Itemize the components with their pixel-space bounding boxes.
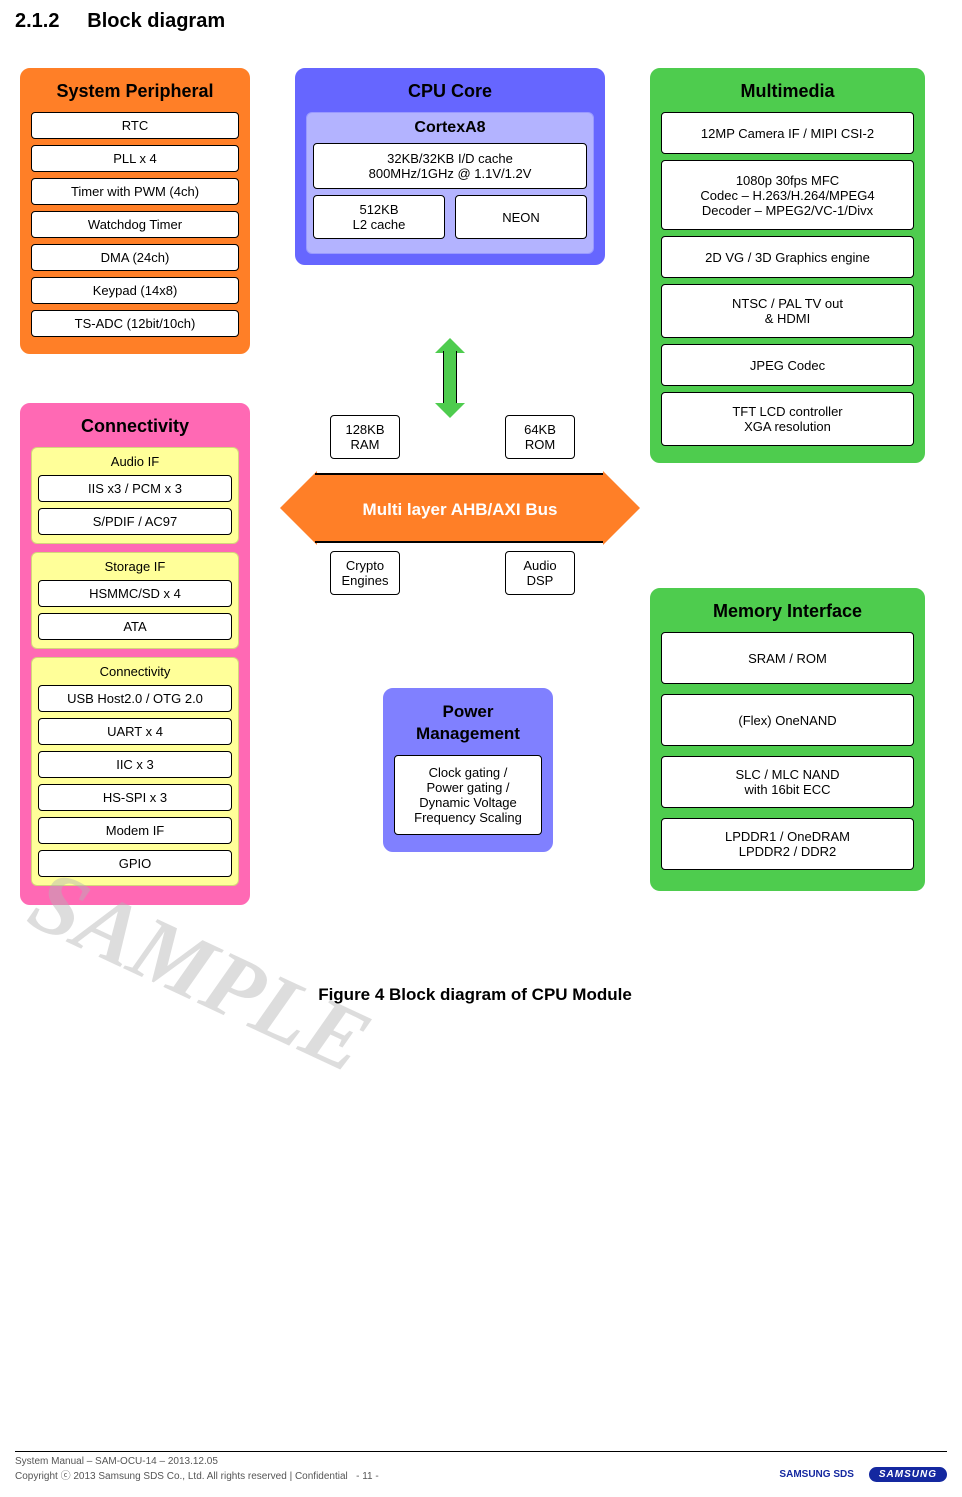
periph-item: TS-ADC (12bit/10ch) — [31, 310, 239, 337]
section-heading: 2.1.2 Block diagram — [15, 10, 947, 33]
sub-title: Storage IF — [38, 559, 232, 574]
periph-item: PLL x 4 — [31, 145, 239, 172]
conn-item: Modem IF — [38, 817, 232, 844]
conn-item: IIC x 3 — [38, 751, 232, 778]
bus-group: 128KB RAM 64KB ROM Multi layer AHB/AXI B… — [295, 403, 625, 613]
conn-item: IIS x3 / PCM x 3 — [38, 475, 232, 502]
section-title-text: Block diagram — [87, 10, 225, 32]
page-number: - 11 - — [356, 1471, 379, 1482]
samsung-logo: SAMSUNG — [869, 1467, 947, 1482]
mem-item: (Flex) OneNAND — [661, 694, 914, 746]
multimedia-block: Multimedia 12MP Camera IF / MIPI CSI-2 1… — [650, 68, 925, 463]
mm-item: NTSC / PAL TV out & HDMI — [661, 284, 914, 338]
periph-item: Watchdog Timer — [31, 211, 239, 238]
cache-item: 32KB/32KB I/D cache 800MHz/1GHz @ 1.1V/1… — [313, 143, 587, 189]
bus-arrow-icon: Multi layer AHB/AXI Bus — [285, 473, 635, 543]
mm-item: 1080p 30fps MFC Codec – H.263/H.264/MPEG… — [661, 160, 914, 230]
figure-caption: Figure 4 Block diagram of CPU Module — [15, 985, 935, 1005]
memory-interface-block: Memory Interface SRAM / ROM (Flex) OneNA… — [650, 588, 925, 891]
conn-item: ATA — [38, 613, 232, 640]
l2-item: 512KB L2 cache — [313, 195, 445, 239]
periph-item: RTC — [31, 112, 239, 139]
footer-line1: System Manual – SAM-OCU-14 – 2013.12.05 — [15, 1456, 379, 1467]
block-title: Connectivity — [31, 414, 239, 439]
footer-logos: SAMSUNG SDS SAMSUNG — [779, 1467, 947, 1482]
system-peripheral-block: System Peripheral RTC PLL x 4 Timer with… — [20, 68, 250, 354]
periph-item: Keypad (14x8) — [31, 277, 239, 304]
page-footer: System Manual – SAM-OCU-14 – 2013.12.05 … — [15, 1456, 947, 1482]
section-number: 2.1.2 — [15, 10, 59, 32]
mm-item: 12MP Camera IF / MIPI CSI-2 — [661, 112, 914, 154]
conn-item: UART x 4 — [38, 718, 232, 745]
sub-title: Audio IF — [38, 454, 232, 469]
samsung-sds-logo: SAMSUNG SDS — [779, 1469, 853, 1480]
connectivity-block: Connectivity Audio IF IIS x3 / PCM x 3 S… — [20, 403, 250, 905]
block-title: System Peripheral — [31, 79, 239, 104]
mm-item: TFT LCD controller XGA resolution — [661, 392, 914, 446]
conn-item: HS-SPI x 3 — [38, 784, 232, 811]
dsp-box: Audio DSP — [505, 551, 575, 595]
mem-item: SLC / MLC NAND with 16bit ECC — [661, 756, 914, 808]
mm-item: JPEG Codec — [661, 344, 914, 386]
core-name: CortexA8 — [313, 119, 587, 137]
power-item: Clock gating / Power gating / Dynamic Vo… — [394, 755, 542, 835]
crypto-box: Crypto Engines — [330, 551, 400, 595]
mem-item: SRAM / ROM — [661, 632, 914, 684]
periph-item: DMA (24ch) — [31, 244, 239, 271]
block-title: Multimedia — [661, 79, 914, 104]
periph-item: Timer with PWM (4ch) — [31, 178, 239, 205]
conn-item: USB Host2.0 / OTG 2.0 — [38, 685, 232, 712]
footer-text: System Manual – SAM-OCU-14 – 2013.12.05 … — [15, 1456, 379, 1482]
block-title: CPU Core — [306, 79, 594, 104]
storage-if-group: Storage IF HSMMC/SD x 4 ATA — [31, 552, 239, 649]
cpu-core-block: CPU Core CortexA8 32KB/32KB I/D cache 80… — [295, 68, 605, 265]
audio-if-group: Audio IF IIS x3 / PCM x 3 S/PDIF / AC97 — [31, 447, 239, 544]
mm-item: 2D VG / 3D Graphics engine — [661, 236, 914, 278]
footer-line2: Copyright ⓒ 2013 Samsung SDS Co., Ltd. A… — [15, 1471, 348, 1482]
cortex-group: CortexA8 32KB/32KB I/D cache 800MHz/1GHz… — [306, 112, 594, 254]
conn-item: HSMMC/SD x 4 — [38, 580, 232, 607]
rom-box: 64KB ROM — [505, 415, 575, 459]
conn-item: S/PDIF / AC97 — [38, 508, 232, 535]
conn-item: GPIO — [38, 850, 232, 877]
power-management-block: Power Management Clock gating / Power ga… — [383, 688, 553, 852]
sub-title: Connectivity — [38, 664, 232, 679]
bus-label: Multi layer AHB/AXI Bus — [315, 473, 605, 543]
mem-item: LPDDR1 / OneDRAM LPDDR2 / DDR2 — [661, 818, 914, 870]
ram-box: 128KB RAM — [330, 415, 400, 459]
neon-item: NEON — [455, 195, 587, 239]
connectivity-sub-group: Connectivity USB Host2.0 / OTG 2.0 UART … — [31, 657, 239, 886]
block-diagram: System Peripheral RTC PLL x 4 Timer with… — [15, 63, 935, 983]
block-title: Power Management — [394, 699, 542, 747]
block-title: Memory Interface — [661, 599, 914, 624]
footer-divider — [15, 1451, 947, 1452]
